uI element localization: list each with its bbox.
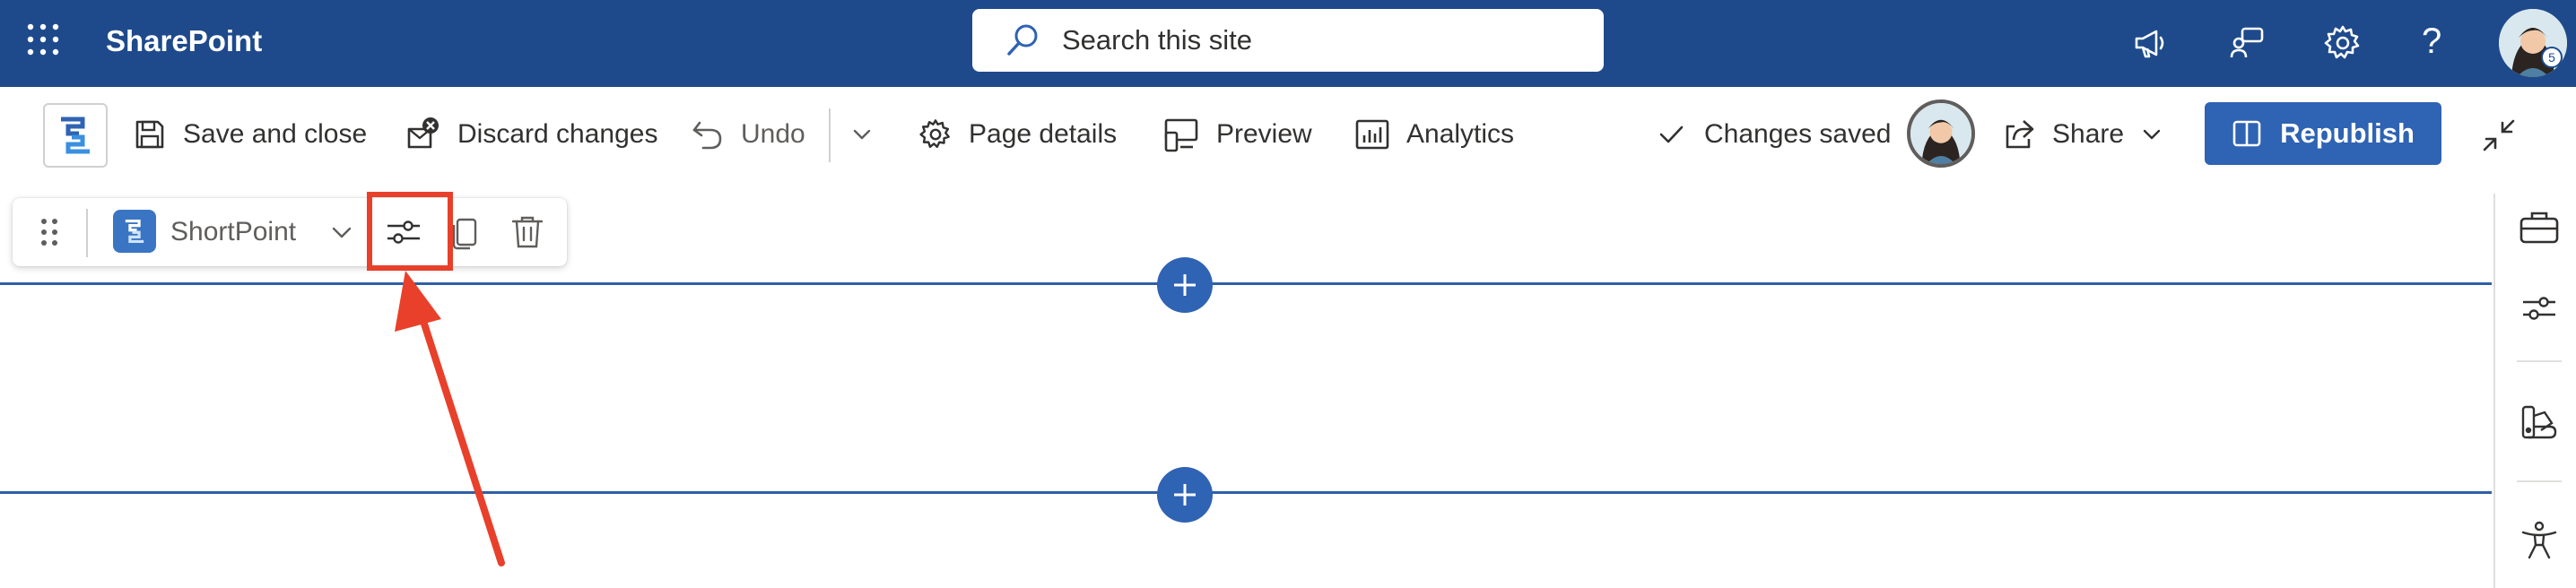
search-box[interactable] xyxy=(972,9,1604,72)
plus-icon xyxy=(1174,484,1196,506)
command-bar: Save and close Discard changes Undo Page… xyxy=(0,87,2576,180)
accessibility-icon[interactable] xyxy=(2516,518,2563,565)
preview-button[interactable]: Preview xyxy=(1162,109,1312,160)
toolbox-icon[interactable] xyxy=(2516,204,2563,251)
analytics-label: Analytics xyxy=(1406,119,1515,149)
analytics-button[interactable]: Analytics xyxy=(1354,109,1514,160)
save-and-close-button[interactable]: Save and close xyxy=(133,109,367,160)
coauthor-avatar[interactable] xyxy=(1907,99,1975,168)
chevron-down-icon xyxy=(2143,129,2161,140)
page-details-button[interactable]: Page details xyxy=(918,109,1117,160)
webpart-name[interactable]: ShortPoint xyxy=(170,214,296,250)
app-name[interactable]: SharePoint xyxy=(106,22,262,61)
share-icon xyxy=(2006,120,2034,149)
add-section-button[interactable] xyxy=(1157,257,1213,313)
share-label: Share xyxy=(2052,119,2125,149)
highlight-box xyxy=(367,192,453,271)
republish-label: Republish xyxy=(2280,117,2415,149)
drag-handle-icon[interactable] xyxy=(36,214,63,250)
preview-icon xyxy=(1164,118,1198,152)
webpart-toolbar: ShortPoint xyxy=(13,198,567,266)
gear-icon[interactable] xyxy=(2323,23,2363,63)
rail-divider xyxy=(2493,194,2495,588)
chevron-down-icon[interactable] xyxy=(328,220,355,246)
checkmark-icon xyxy=(1659,125,1684,143)
design-ideas-icon[interactable] xyxy=(2516,400,2563,446)
collapse-icon[interactable] xyxy=(2477,114,2520,157)
save-status: Changes saved xyxy=(1658,109,1891,160)
waffle-icon[interactable] xyxy=(25,22,61,57)
divider xyxy=(86,209,88,257)
search-input[interactable] xyxy=(1062,24,1564,56)
undo-button[interactable]: Undo xyxy=(691,109,805,160)
undo-dropdown-chevron-icon[interactable] xyxy=(850,123,874,146)
annotation-arrow xyxy=(395,271,505,566)
trash-icon[interactable] xyxy=(508,212,547,252)
undo-label: Undo xyxy=(741,119,805,149)
site-logo[interactable] xyxy=(43,103,108,168)
megaphone-icon[interactable] xyxy=(2131,23,2171,63)
suite-bar: SharePoint ? 5 xyxy=(0,0,2576,87)
rail-separator xyxy=(2517,360,2562,362)
page-details-label: Page details xyxy=(969,119,1118,149)
shortpoint-logo-icon xyxy=(125,219,144,244)
book-icon xyxy=(2232,120,2261,147)
republish-button[interactable]: Republish xyxy=(2205,102,2441,165)
shortpoint-logo-icon xyxy=(61,117,90,154)
discard-icon xyxy=(407,117,439,149)
discard-changes-label: Discard changes xyxy=(457,119,658,149)
properties-icon[interactable] xyxy=(2516,285,2563,332)
share-button[interactable]: Share xyxy=(2002,109,2163,160)
presence-badge: 5 xyxy=(2541,47,2563,68)
feedback-icon[interactable] xyxy=(2228,23,2267,63)
save-and-close-label: Save and close xyxy=(183,119,368,149)
preview-label: Preview xyxy=(1216,119,1312,149)
rail-separator xyxy=(2517,480,2562,482)
save-status-label: Changes saved xyxy=(1704,119,1892,149)
gear-icon xyxy=(919,119,950,149)
shortpoint-logo xyxy=(113,210,156,253)
help-icon[interactable]: ? xyxy=(2422,16,2441,66)
save-icon xyxy=(135,120,164,149)
divider xyxy=(829,108,831,162)
search-icon xyxy=(1007,24,1038,56)
discard-changes-button[interactable]: Discard changes xyxy=(405,109,657,160)
plus-icon xyxy=(1174,274,1196,296)
undo-icon xyxy=(692,121,722,150)
add-section-button[interactable] xyxy=(1157,467,1213,523)
analytics-icon xyxy=(1355,119,1389,150)
